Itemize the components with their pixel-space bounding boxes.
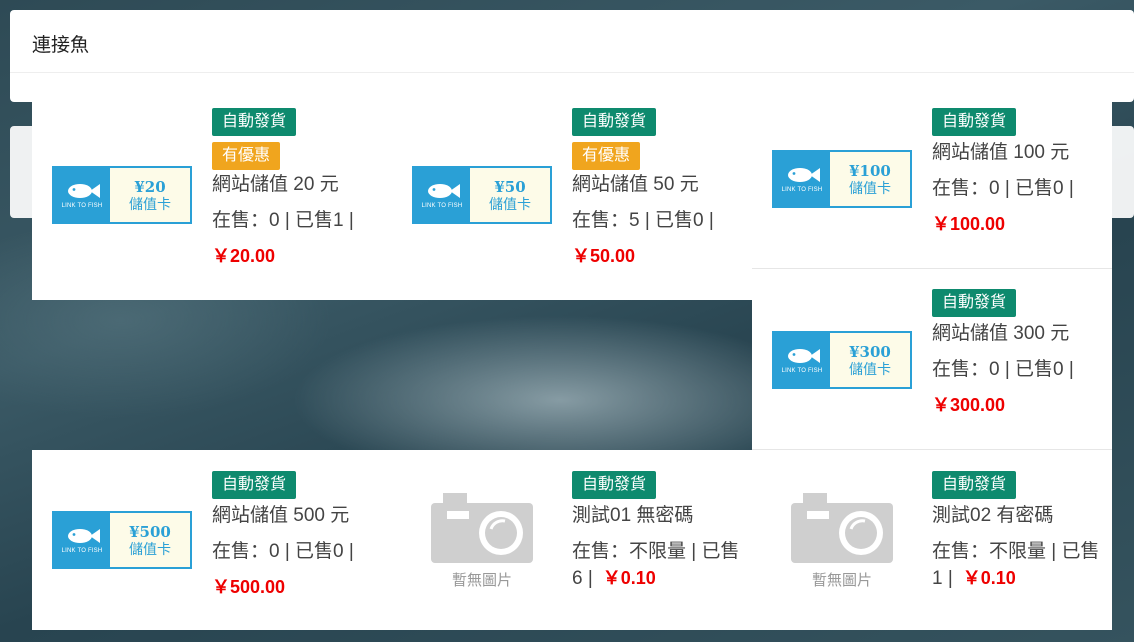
product-card[interactable]: LINK TO FISH ¥100 儲值卡 自動發貨 網站儲值 100 元 在售：… (752, 108, 1112, 288)
fish-icon (68, 184, 100, 198)
auto-delivery-badge: 自動發貨 (932, 108, 1017, 136)
stock-info: 在售：0 | 已售1 | (212, 210, 354, 231)
stock-info: 在售：0 | 已售0 | (212, 541, 354, 562)
card-brand: LINK TO FISH (421, 203, 463, 209)
card-label: 儲值卡 (849, 180, 891, 196)
auto-delivery-badge: 自動發貨 (572, 471, 657, 499)
site-title[interactable]: 連接魚 (32, 30, 89, 57)
site-header: 連接魚 (10, 10, 1134, 102)
product-name[interactable]: 測試02 有密碼 (932, 503, 1107, 529)
product-image[interactable]: 暫無圖片 (787, 489, 897, 599)
auto-delivery-badge: 自動發貨 (932, 471, 1017, 499)
product-name[interactable]: 網站儲值 50 元 (572, 172, 747, 198)
card-brand: LINK TO FISH (781, 187, 823, 193)
product-name[interactable]: 測試01 無密碼 (572, 503, 747, 529)
auto-delivery-badge: 自動發貨 (932, 289, 1017, 317)
auto-delivery-badge: 自動發貨 (212, 471, 297, 499)
card-brand: LINK TO FISH (781, 368, 823, 374)
product-price: ￥500.00 (212, 577, 286, 597)
camera-icon (431, 493, 533, 563)
card-brand: LINK TO FISH (61, 548, 103, 554)
product-image[interactable]: LINK TO FISH ¥500 儲值卡 (52, 511, 192, 569)
product-card[interactable]: LINK TO FISH ¥300 儲值卡 自動發貨 網站儲值 300 元 在售：… (752, 289, 1112, 469)
product-price: ￥0.10 (962, 568, 1016, 588)
stock-info: 在售：不限量 | 已售1 | ￥0.10 (932, 539, 1107, 592)
product-name[interactable]: 網站儲值 20 元 (212, 172, 387, 198)
card-amount: ¥500 (129, 523, 171, 541)
fish-icon (788, 349, 820, 363)
product-image[interactable]: LINK TO FISH ¥50 儲值卡 (412, 166, 552, 224)
product-price: ￥0.10 (602, 568, 656, 588)
card-amount: ¥300 (849, 343, 891, 361)
no-image-caption: 暫無圖片 (451, 572, 512, 589)
product-card[interactable]: 暫無圖片 自動發貨 測試01 無密碼 在售：不限量 | 已售6 | ￥0.10 (392, 471, 752, 642)
product-name[interactable]: 網站儲值 100 元 (932, 140, 1107, 166)
discount-badge: 有優惠 (212, 142, 281, 170)
product-card[interactable]: LINK TO FISH ¥500 儲值卡 自動發貨 網站儲值 500 元 在售：… (32, 471, 392, 642)
stock-info: 在售：不限量 | 已售6 | ￥0.10 (572, 539, 747, 592)
header-divider (10, 72, 1134, 73)
card-label: 儲值卡 (489, 196, 531, 212)
product-price: ￥300.00 (932, 395, 1006, 415)
auto-delivery-badge: 自動發貨 (572, 108, 657, 136)
stock-info: 在售：5 | 已售0 | (572, 210, 714, 231)
product-price: ￥20.00 (212, 246, 276, 266)
auto-delivery-badge: 自動發貨 (212, 108, 297, 136)
product-image[interactable]: LINK TO FISH ¥100 儲值卡 (772, 150, 912, 208)
card-brand: LINK TO FISH (61, 203, 103, 209)
no-image-caption: 暫無圖片 (811, 572, 872, 589)
card-amount: ¥20 (134, 178, 166, 196)
product-price: ￥50.00 (572, 246, 636, 266)
product-name[interactable]: 網站儲值 500 元 (212, 503, 387, 529)
card-label: 儲值卡 (129, 196, 171, 212)
fish-icon (68, 529, 100, 543)
discount-badge: 有優惠 (572, 142, 641, 170)
fish-icon (788, 168, 820, 182)
fish-icon (428, 184, 460, 198)
card-label: 儲值卡 (129, 541, 171, 557)
product-name[interactable]: 網站儲值 300 元 (932, 321, 1107, 347)
stock-info: 在售：0 | 已售0 | (932, 359, 1074, 380)
product-card[interactable]: LINK TO FISH ¥50 儲值卡 自動發貨 有優惠 網站儲值 50 元 在… (392, 108, 752, 288)
product-image[interactable]: 暫無圖片 (427, 489, 537, 599)
product-card[interactable]: LINK TO FISH ¥20 儲值卡 自動發貨 有優惠 網站儲值 20 元 在… (32, 108, 392, 288)
product-image[interactable]: LINK TO FISH ¥20 儲值卡 (52, 166, 192, 224)
product-card[interactable]: 暫無圖片 自動發貨 測試02 有密碼 在售：不限量 | 已售1 | ￥0.10 (752, 471, 1112, 642)
camera-icon (791, 493, 893, 563)
product-image[interactable]: LINK TO FISH ¥300 儲值卡 (772, 331, 912, 389)
stock-info: 在售：0 | 已售0 | (932, 178, 1074, 199)
card-amount: ¥100 (849, 162, 891, 180)
card-label: 儲值卡 (849, 361, 891, 377)
card-amount: ¥50 (494, 178, 526, 196)
product-price: ￥100.00 (932, 214, 1006, 234)
